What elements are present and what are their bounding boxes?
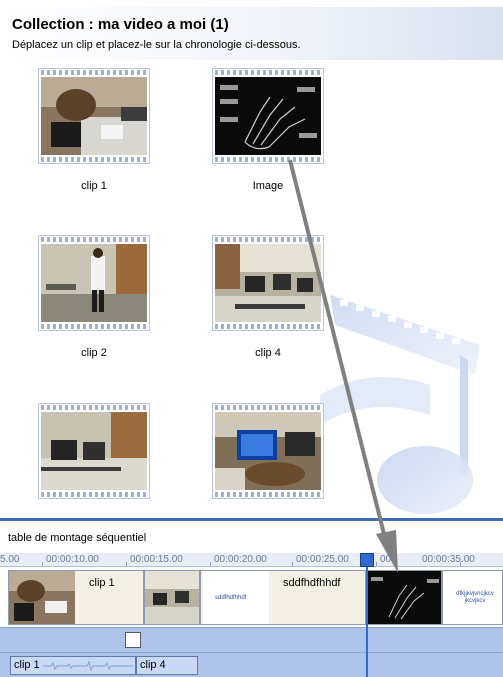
clip-thumbnail [215, 77, 321, 155]
page-title: Collection : ma video a moi (1) [12, 16, 229, 33]
clip-thumbnail [215, 244, 321, 322]
timeline-video-clip[interactable] [144, 570, 200, 625]
audio-clip-name: clip 4 [140, 659, 166, 671]
clip-caption: clip 1 [81, 180, 107, 192]
timeline-audio-clip[interactable]: clip 1 [10, 656, 136, 675]
playhead-handle[interactable] [360, 553, 374, 567]
playhead[interactable] [366, 553, 368, 677]
timeline-audio-clip[interactable]: clip 4 [136, 656, 198, 675]
timeline-video-clip[interactable]: clip 1 [8, 570, 144, 625]
ruler-tick-label: 00:00:25.00 [296, 554, 349, 565]
audio-clip-name: clip 1 [14, 659, 40, 671]
video-track: clip 1 sddfhdfhhdf sddfhdfhhdf dfkjjkvjv… [0, 568, 503, 627]
pane-divider[interactable] [0, 518, 503, 521]
title-clip-text: sddfhdfhhdf [215, 595, 247, 601]
title-clip-text: dfkjjkvjvncjkcv jkcvjkcv [456, 591, 494, 604]
clip-thumbnail [41, 412, 147, 490]
film-frame [38, 235, 150, 331]
transition-track [0, 627, 503, 652]
timeline-ruler[interactable]: 5.00 00:00:10.00 00:00:15.00 00:00:20.00… [0, 553, 503, 567]
timeline-clip-name: sddfhdfhhdf [283, 577, 341, 589]
ruler-tick-label: 00:00:35.00 [422, 554, 475, 565]
ruler-tick-label: 5.00 [0, 554, 20, 565]
film-frame [212, 68, 324, 164]
ruler-tick-label: 00:00:20.00 [214, 554, 267, 565]
clip-thumbnail [215, 412, 321, 490]
collection-header: Collection : ma video a moi (1) Déplacez… [0, 6, 503, 60]
film-frame [38, 68, 150, 164]
ruler-tick-label: 00 [380, 554, 392, 565]
waveform-icon [43, 661, 133, 671]
timeline-video-clip[interactable]: dfkjjkvjvncjkcv jkcvjkcv [442, 570, 503, 625]
ruler-tick-label: 00:00:10.00 [46, 554, 99, 565]
clip-caption: Image [252, 180, 284, 192]
clip-thumbnail [145, 571, 199, 624]
storyboard-label: table de montage séquentiel [8, 532, 147, 544]
clip-thumbnail [41, 244, 147, 322]
film-frame [38, 403, 150, 499]
collection-pane: clip 1 Image clip 2 clip 4 [0, 60, 503, 518]
clip-caption: clip 4 [255, 347, 281, 359]
timeline-video-clip[interactable]: sddfhdfhhdf sddfhdfhhdf [200, 570, 366, 625]
transition-slot[interactable] [125, 632, 141, 648]
page-subtitle: Déplacez un clip et placez-le sur la chr… [12, 39, 301, 51]
audio-track: clip 1 clip 4 [0, 652, 503, 677]
film-frame [212, 235, 324, 331]
clip-thumbnail [41, 77, 147, 155]
film-frame [212, 403, 324, 499]
timeline-clip-name: clip 1 [89, 577, 115, 589]
clip-caption: clip 2 [81, 347, 107, 359]
clip-thumbnail [367, 571, 441, 624]
timeline-video-clip[interactable] [366, 570, 442, 625]
clip-thumbnail [9, 571, 75, 624]
ruler-tick-label: 00:00:15.00 [130, 554, 183, 565]
